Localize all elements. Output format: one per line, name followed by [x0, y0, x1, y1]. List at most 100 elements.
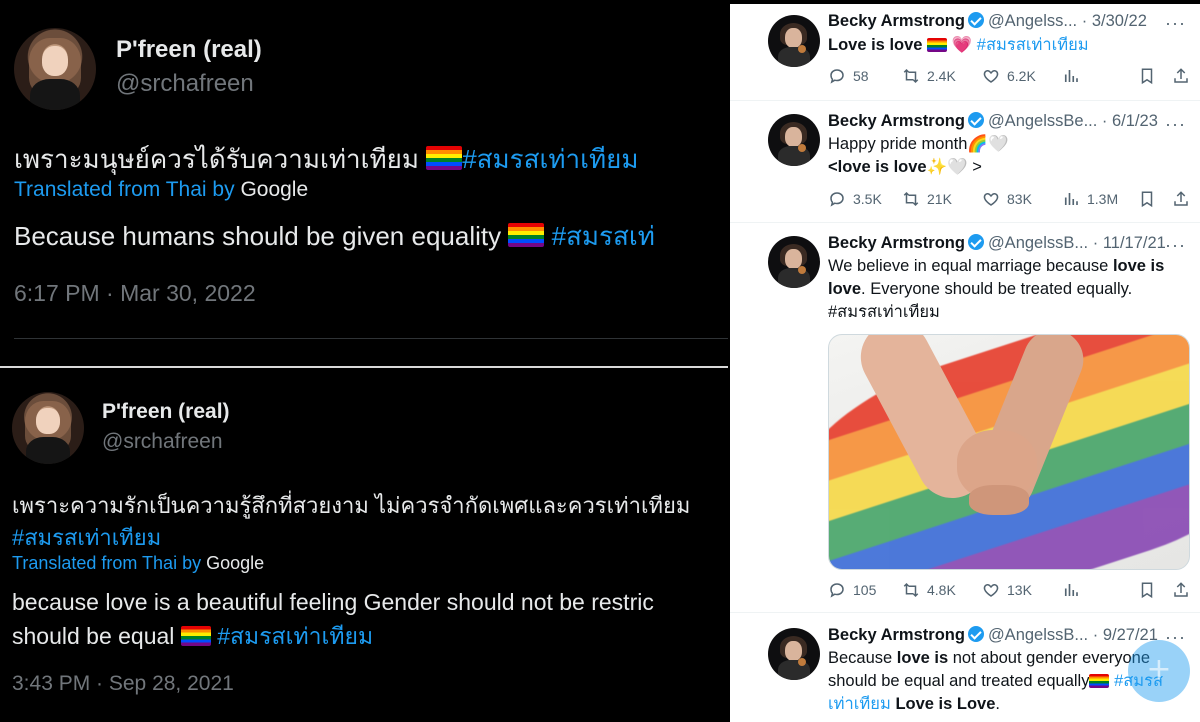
avatar[interactable] — [14, 28, 96, 110]
reply-icon — [830, 192, 844, 207]
avatar[interactable] — [768, 236, 820, 288]
tweet-header: Becky Armstrong @AngelssB... · 9/27/21 — [828, 624, 1168, 646]
user-handle[interactable]: @AngelssB... — [988, 626, 1088, 644]
views-button[interactable] — [1062, 580, 1087, 600]
hashtag-link[interactable]: เท่าเทียม — [828, 695, 891, 713]
views-button[interactable]: 1.3M — [1062, 189, 1118, 209]
avatar[interactable] — [768, 628, 820, 680]
user-name[interactable]: Becky Armstrong — [828, 626, 965, 644]
compose-button[interactable] — [1128, 640, 1190, 702]
views-icon — [1064, 584, 1078, 596]
tweet-text-line2: love. Everyone should be treated equally… — [828, 280, 1133, 298]
share-button[interactable] — [1172, 66, 1197, 86]
tweet[interactable]: Becky Armstrong @AngelssB... · 11/17/21 W… — [730, 223, 1200, 611]
tweet-text: เพราะมนุษย์ควรได้รับความเท่าเทียม #สมรสเ… — [14, 144, 639, 174]
user-handle[interactable]: @AngelssB... — [988, 234, 1088, 252]
reply-icon — [830, 583, 844, 598]
reply-button[interactable]: 58 — [828, 66, 869, 86]
google-logo: Google — [206, 553, 265, 573]
tweet-actions: 105 4.8K 13K — [828, 580, 1198, 600]
more-options-icon[interactable]: ··· — [1165, 113, 1186, 135]
like-icon — [983, 69, 999, 83]
verified-icon — [967, 112, 984, 128]
user-name[interactable]: Becky Armstrong — [828, 12, 965, 30]
translated-label[interactable]: Translated from Thai by Google — [14, 178, 308, 202]
user-name[interactable]: Becky Armstrong — [828, 234, 965, 252]
translated-label[interactable]: Translated from Thai by Google — [12, 553, 264, 574]
share-icon — [1174, 582, 1188, 597]
avatar[interactable] — [12, 392, 84, 464]
retweet-icon — [903, 191, 919, 207]
user-handle[interactable]: @srchafreen — [102, 430, 223, 454]
user-handle[interactable]: @srchafreen — [116, 70, 254, 98]
share-button[interactable] — [1172, 189, 1197, 209]
tweet-actions: 3.5K 21K 83K 1.3M — [828, 189, 1198, 209]
share-icon — [1174, 68, 1188, 83]
verified-icon — [967, 12, 984, 28]
translation-text-line2: should be equal #สมรสเท่าเทียม — [12, 623, 374, 649]
tweet[interactable]: Becky Armstrong @Angelss... · 3/30/22 Lov… — [730, 4, 1200, 100]
timestamp[interactable]: 6:17 PM · Mar 30, 2022 — [14, 280, 256, 307]
hashtag-link[interactable]: #สมรสเท่าเทียม — [828, 301, 1188, 324]
tweet-header: Becky Armstrong @Angelss... · 3/30/22 — [828, 10, 1168, 32]
like-button[interactable]: 13K — [982, 580, 1032, 600]
right-feed: Becky Armstrong @Angelss... · 3/30/22 Lov… — [728, 0, 1200, 722]
user-name[interactable]: P'freen (real) — [116, 36, 262, 64]
reply-button[interactable]: 105 — [828, 580, 876, 600]
retweet-button[interactable]: 4.8K — [902, 580, 956, 600]
bookmark-icon — [1141, 191, 1153, 208]
user-name[interactable]: P'freen (real) — [102, 400, 230, 424]
tweet-actions: 58 2.4K 6.2K — [828, 66, 1198, 86]
views-icon — [1064, 70, 1078, 82]
bookmark-icon — [1141, 68, 1153, 85]
rainbow-flag-icon — [927, 38, 948, 52]
share-button[interactable] — [1172, 580, 1197, 600]
timestamp[interactable]: 3:43 PM · Sep 28, 2021 — [12, 672, 234, 696]
google-logo: Google — [240, 178, 309, 201]
user-handle[interactable]: @AngelssBe... — [988, 112, 1097, 130]
hashtag-link[interactable]: #สมรสเท่าเทียม — [12, 520, 161, 555]
reply-icon — [830, 69, 844, 84]
bookmark-button[interactable] — [1138, 189, 1163, 209]
rainbow-flag-icon — [508, 223, 545, 247]
user-name[interactable]: Becky Armstrong — [828, 112, 965, 130]
timeline[interactable]: Becky Armstrong @Angelss... · 3/30/22 Lov… — [730, 4, 1200, 722]
tweet[interactable]: Becky Armstrong @AngelssBe... · 6/1/23 Ha… — [730, 101, 1200, 221]
more-options-icon[interactable]: ··· — [1165, 12, 1186, 34]
verified-icon — [967, 626, 984, 642]
retweet-icon — [903, 68, 919, 84]
hashtag-link[interactable]: #สมรสเท่าเทียม — [462, 144, 638, 174]
more-options-icon[interactable]: ··· — [1165, 234, 1186, 256]
retweet-button[interactable]: 21K — [902, 189, 952, 209]
left-top-tweet: P'freen (real) @srchafreen เพราะมนุษย์คว… — [0, 0, 728, 366]
tweet-text: We believe in equal marriage because lov… — [828, 257, 1165, 275]
tweet-header: Becky Armstrong @AngelssBe... · 6/1/23 — [828, 110, 1168, 132]
divider — [14, 338, 728, 339]
tweet-date[interactable]: · 6/1/23 — [1102, 112, 1158, 130]
hashtag-link[interactable]: #สมรสเท่าเทียม — [217, 623, 373, 649]
like-button[interactable]: 83K — [982, 189, 1032, 209]
retweet-button[interactable]: 2.4K — [902, 66, 956, 86]
avatar[interactable] — [768, 15, 820, 67]
translation-text: Because humans should be given equality … — [14, 221, 655, 251]
tweet-date[interactable]: · 11/17/21 — [1093, 234, 1166, 252]
tweet-date[interactable]: · 3/30/22 — [1082, 12, 1147, 30]
hashtag-link[interactable]: #สมรสเท่ — [552, 221, 655, 251]
rainbow-flag-icon — [426, 146, 463, 170]
verified-icon — [967, 234, 984, 250]
reply-button[interactable]: 3.5K — [828, 189, 882, 209]
tweet-image[interactable] — [828, 334, 1190, 570]
like-icon — [983, 583, 999, 597]
user-handle[interactable]: @Angelss... — [988, 12, 1077, 30]
bookmark-icon — [1141, 582, 1153, 599]
tweet-text-line2: <love is love✨🤍 > — [828, 158, 982, 176]
bookmark-button[interactable] — [1138, 66, 1163, 86]
like-button[interactable]: 6.2K — [982, 66, 1036, 86]
tweet-text: Happy pride month🌈🤍 — [828, 135, 1009, 153]
avatar[interactable] — [768, 114, 820, 166]
bookmark-button[interactable] — [1138, 580, 1163, 600]
hashtag-link[interactable]: #สมรสเท่าเทียม — [977, 36, 1089, 54]
left-bottom-tweet: P'freen (real) @srchafreen เพราะความรักเ… — [0, 368, 728, 722]
views-button[interactable] — [1062, 66, 1087, 86]
share-icon — [1174, 191, 1188, 206]
